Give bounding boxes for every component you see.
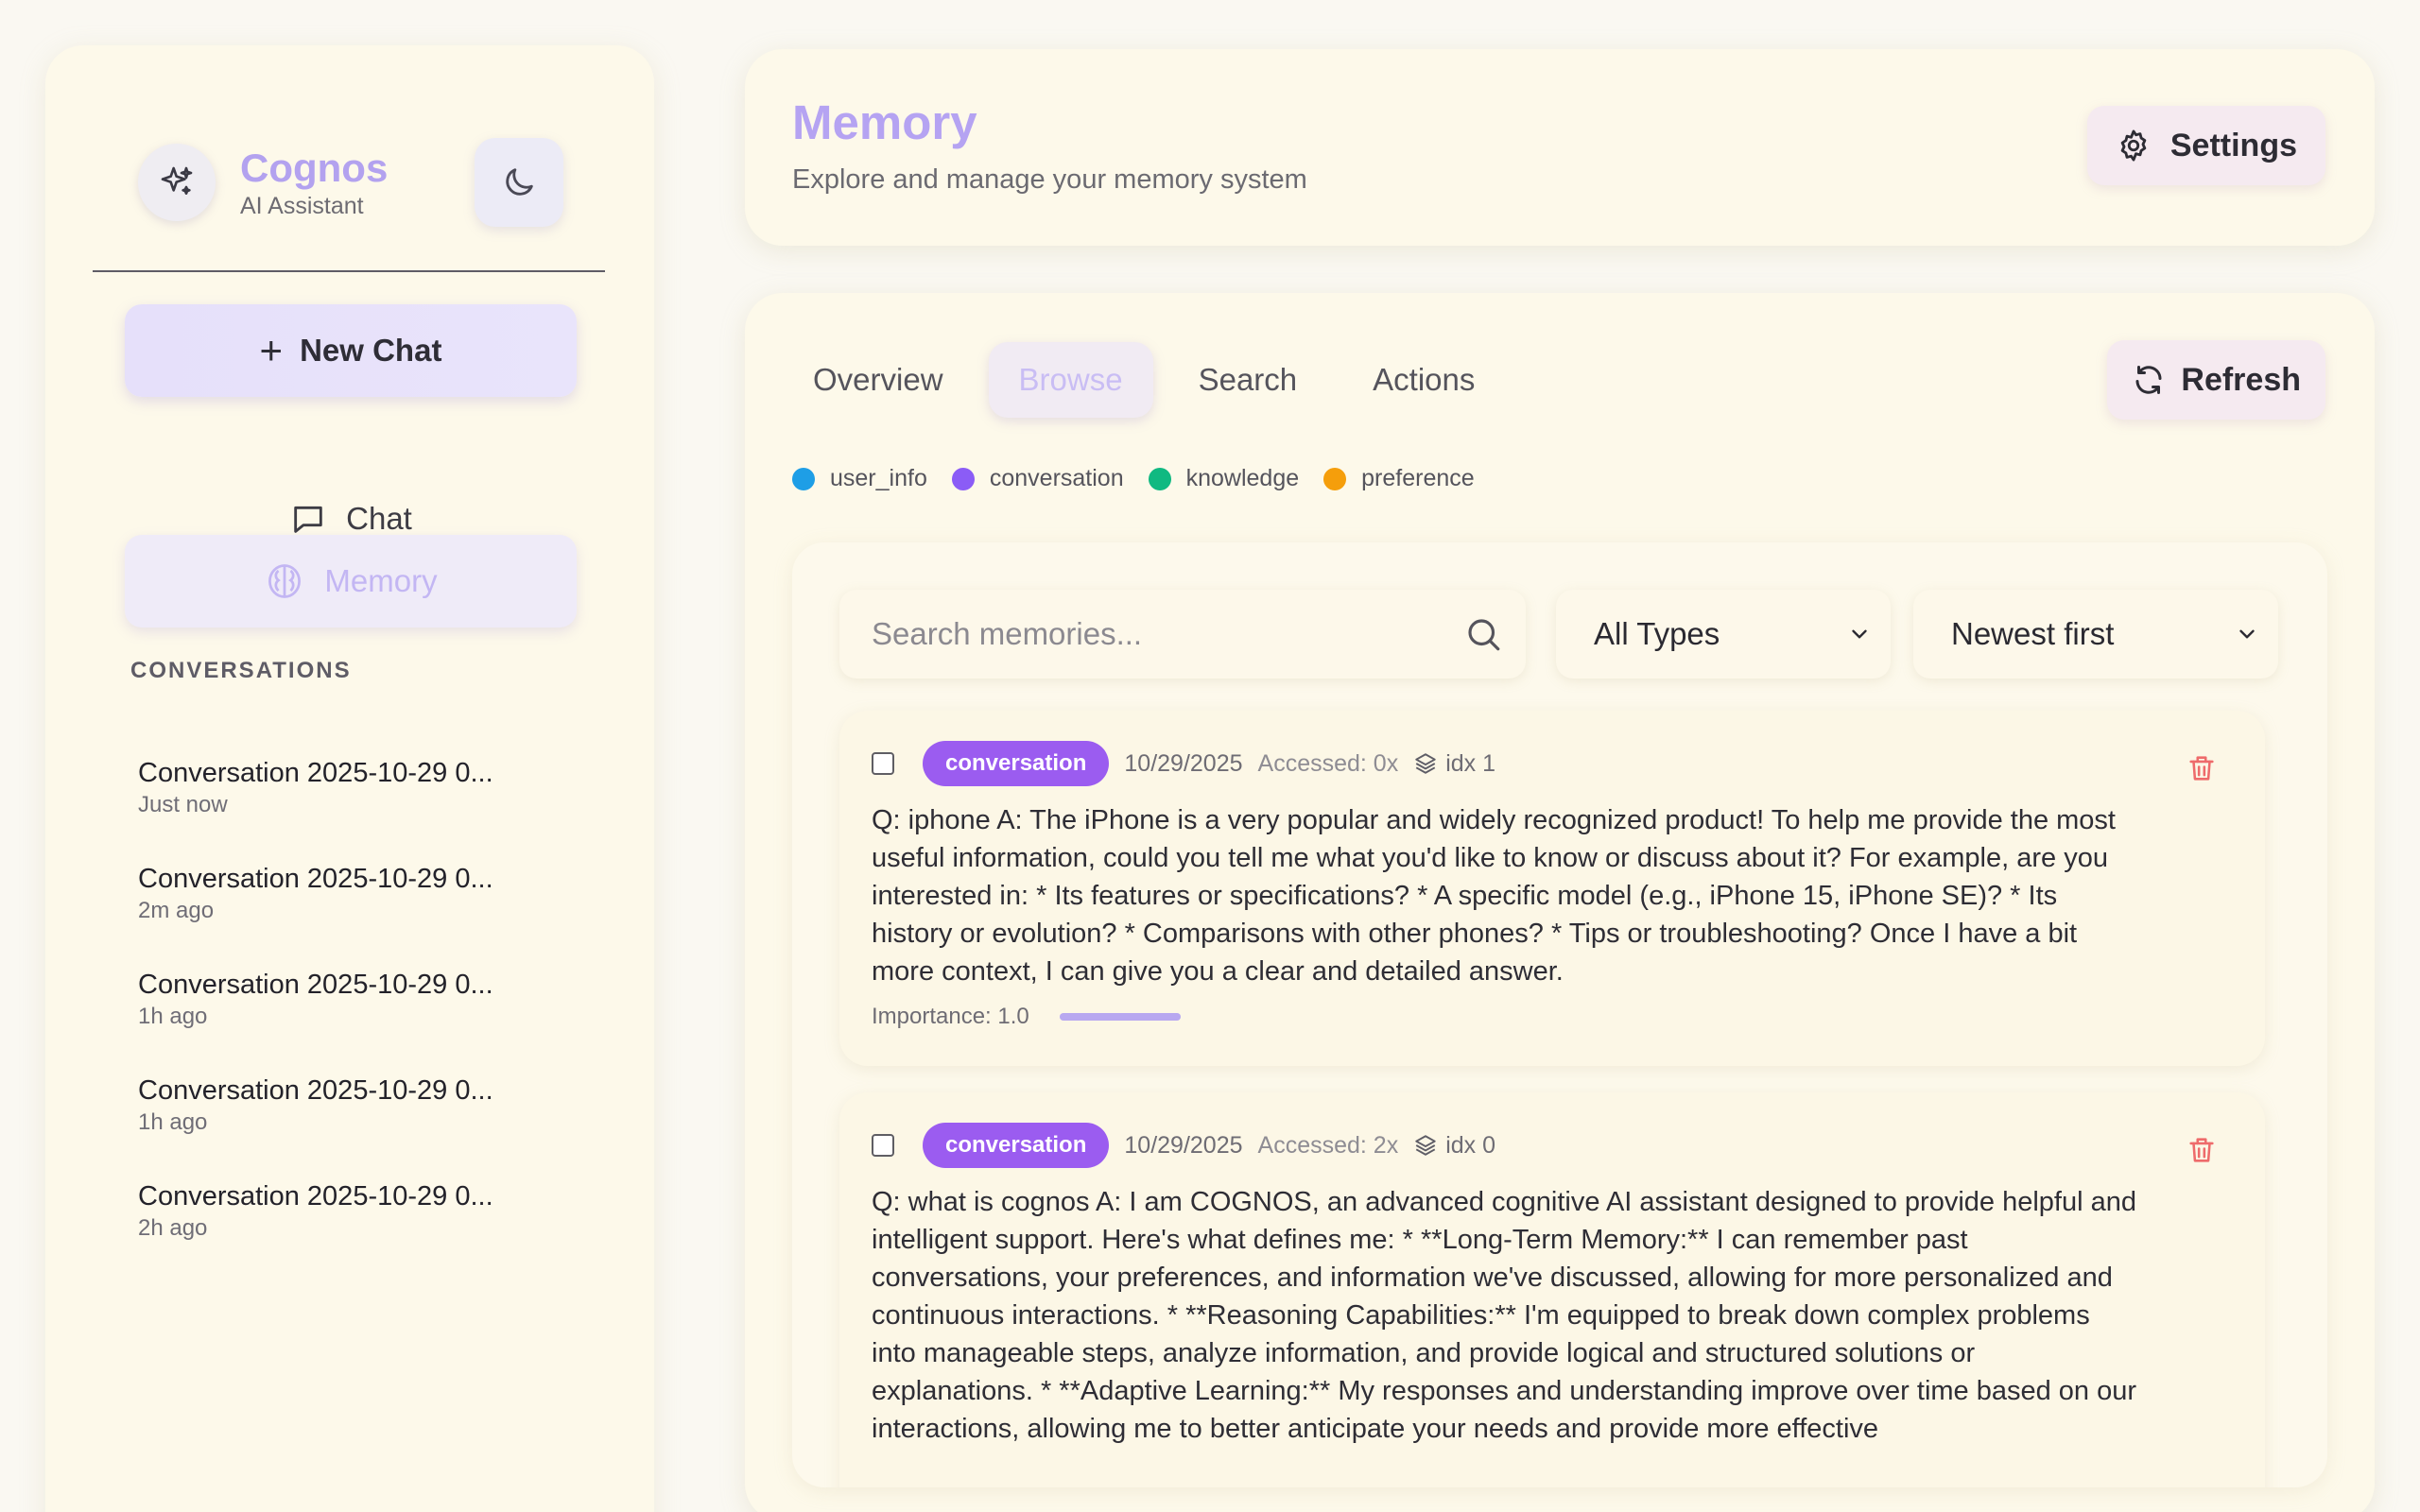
type-filter-value: All Types <box>1594 616 1720 651</box>
chevron-down-icon <box>1852 629 1867 639</box>
refresh-icon <box>2135 366 2162 394</box>
refresh-button[interactable]: Refresh <box>2107 340 2325 420</box>
legend-dot <box>951 467 975 490</box>
legend-label: conversation <box>989 465 1124 491</box>
page-subtitle: Explore and manage your memory system <box>792 164 1307 195</box>
memory-select-checkbox[interactable] <box>872 1134 894 1157</box>
sidebar-item-memory-label: Memory <box>324 563 438 598</box>
brand-subtitle: AI Assistant <box>240 192 364 219</box>
conversation-item[interactable]: Conversation 2025-10-29 0... 2h ago <box>138 1179 493 1285</box>
conversation-time: Just now <box>138 792 228 817</box>
memory-meta: conversation 10/29/2025 Accessed: 2x idx… <box>872 1123 1495 1168</box>
trash-icon[interactable] <box>2186 752 2218 784</box>
memory-content: Q: iphone A: The iPhone is a very popula… <box>872 805 2116 987</box>
sidebar-item-chat-label: Chat <box>346 501 412 536</box>
sort-value: Newest first <box>1951 616 2115 651</box>
legend-item: knowledge <box>1148 465 1300 492</box>
memory-browser: All Types Newest first conversation 10/2… <box>792 542 2327 1487</box>
conversation-item[interactable]: Conversation 2025-10-29 0... Just now <box>138 756 493 862</box>
legend-label: preference <box>1361 465 1475 491</box>
conversation-title: Conversation 2025-10-29 0... <box>138 1181 493 1211</box>
conversation-title: Conversation 2025-10-29 0... <box>138 864 493 894</box>
trash-icon[interactable] <box>2186 1134 2218 1166</box>
search-box <box>839 590 1526 679</box>
memory-item: conversation 10/29/2025 Accessed: 2x idx… <box>839 1092 2265 1487</box>
tab-search[interactable]: Search <box>1168 342 1328 418</box>
conversation-item[interactable]: Conversation 2025-10-29 0... 2m ago <box>138 862 493 968</box>
sparkles-icon <box>138 144 216 221</box>
memory-panel: Overview Browse Search Actions Refresh u… <box>745 293 2375 1512</box>
conversation-title: Conversation 2025-10-29 0... <box>138 1075 493 1106</box>
memory-date: 10/29/2025 <box>1124 749 1243 777</box>
memory-meta: conversation 10/29/2025 Accessed: 0x idx… <box>872 741 1495 786</box>
gear-icon <box>2120 129 2147 162</box>
brand-name: Cognos <box>240 145 389 190</box>
memory-accessed: Accessed: 0x <box>1257 749 1399 777</box>
conversations-heading: CONVERSATIONS <box>130 658 352 683</box>
legend-dot <box>1323 467 1347 490</box>
memory-date: 10/29/2025 <box>1124 1131 1243 1159</box>
tab-bar: Overview Browse Search Actions <box>783 342 1520 418</box>
layers-icon <box>1415 753 1436 774</box>
sidebar-divider <box>93 270 605 272</box>
legend-label: knowledge <box>1185 465 1300 491</box>
moon-icon <box>506 168 533 196</box>
legend-dot <box>792 467 815 490</box>
refresh-label: Refresh <box>2181 361 2301 398</box>
legend-item: preference <box>1323 465 1475 492</box>
conversation-time: 2h ago <box>138 1215 208 1241</box>
memory-importance: Importance: 1.0 <box>872 1004 1181 1030</box>
legend-item: user_info <box>792 465 927 492</box>
search-icon[interactable] <box>1463 614 1503 654</box>
search-input[interactable] <box>839 590 1526 679</box>
memory-content: Q: what is cognos A: I am COGNOS, an adv… <box>872 1187 2137 1444</box>
brand: Cognos AI Assistant <box>138 144 388 221</box>
type-legend: user_info conversation knowledge prefere… <box>792 465 1499 492</box>
tab-overview[interactable]: Overview <box>783 342 974 418</box>
app-root: Cognos AI Assistant + New Chat Chat Memo… <box>0 0 2420 1512</box>
memory-item: conversation 10/29/2025 Accessed: 0x idx… <box>839 711 2265 1066</box>
settings-button[interactable]: Settings <box>2086 106 2325 185</box>
importance-bar <box>1059 1013 1181 1021</box>
tab-actions[interactable]: Actions <box>1342 342 1505 418</box>
memory-index: idx 0 <box>1413 1132 1495 1160</box>
memory-index: idx 1 <box>1413 750 1495 778</box>
legend-label: user_info <box>830 465 927 491</box>
chat-bubble-icon <box>294 506 322 533</box>
type-filter-select[interactable]: All Types <box>1556 590 1891 679</box>
plus-icon: + <box>259 328 284 372</box>
sidebar: Cognos AI Assistant + New Chat Chat Memo… <box>45 45 654 1512</box>
legend-item: conversation <box>951 465 1124 492</box>
new-chat-button[interactable]: + New Chat <box>125 304 577 397</box>
sidebar-item-memory[interactable]: Memory <box>125 535 577 627</box>
brain-icon <box>268 564 302 598</box>
importance-bar-fill <box>1059 1013 1181 1021</box>
new-chat-label: New Chat <box>300 333 442 368</box>
memory-index-label: idx 0 <box>1445 1131 1496 1159</box>
memory-select-checkbox[interactable] <box>872 752 894 775</box>
conversation-item[interactable]: Conversation 2025-10-29 0... 1h ago <box>138 968 493 1074</box>
importance-label: Importance: 1.0 <box>872 1004 1029 1029</box>
conversation-time: 2m ago <box>138 898 215 923</box>
memory-index-label: idx 1 <box>1445 749 1496 777</box>
conversation-time: 1h ago <box>138 1109 208 1135</box>
theme-toggle-button[interactable] <box>475 138 563 227</box>
sort-select[interactable]: Newest first <box>1913 590 2278 679</box>
page-header: Memory Explore and manage your memory sy… <box>745 49 2375 246</box>
memory-accessed: Accessed: 2x <box>1257 1131 1399 1159</box>
legend-dot <box>1148 467 1171 490</box>
conversation-list: Conversation 2025-10-29 0... Just now Co… <box>138 756 493 1285</box>
memory-type-badge: conversation <box>923 1123 1110 1168</box>
conversation-title: Conversation 2025-10-29 0... <box>138 970 493 1000</box>
memory-type-badge: conversation <box>923 741 1110 786</box>
tab-browse[interactable]: Browse <box>988 342 1153 418</box>
conversation-item[interactable]: Conversation 2025-10-29 0... 1h ago <box>138 1074 493 1179</box>
conversation-time: 1h ago <box>138 1004 208 1029</box>
conversation-title: Conversation 2025-10-29 0... <box>138 758 493 788</box>
page-title: Memory <box>792 95 977 149</box>
settings-label: Settings <box>2169 127 2297 163</box>
layers-icon <box>1415 1135 1436 1156</box>
chevron-down-icon <box>2239 629 2255 639</box>
